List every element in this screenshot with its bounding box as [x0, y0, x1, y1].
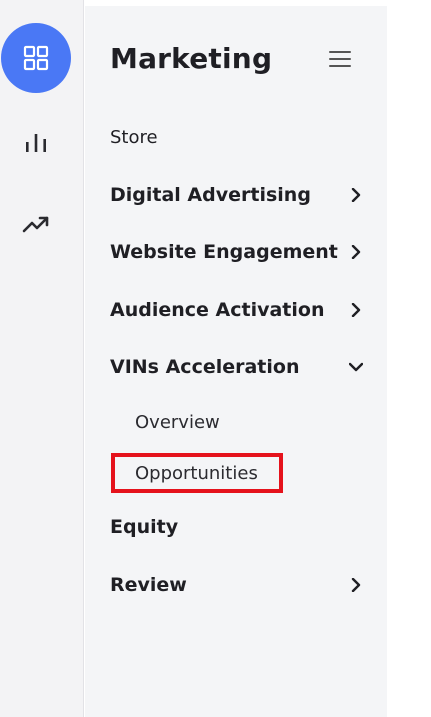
chevron-right-icon [349, 303, 363, 317]
menu-item-label: Equity [110, 516, 179, 538]
menu-item-audience-activation[interactable]: Audience Activation [110, 294, 363, 326]
menu-item-label: VINs Acceleration [110, 356, 300, 378]
menu-item-equity[interactable]: Equity [110, 511, 363, 543]
menu-item-label: Website Engagement [110, 241, 338, 263]
chevron-right-icon [349, 245, 363, 259]
menu-item-digital-advertising[interactable]: Digital Advertising [110, 179, 363, 211]
chevron-right-icon [349, 188, 363, 202]
menu-item-label: Digital Advertising [110, 184, 311, 206]
panel-title: Marketing [110, 42, 273, 75]
icon-rail [0, 0, 84, 717]
rail-analytics-button[interactable] [0, 106, 72, 178]
hamburger-menu-icon[interactable] [329, 51, 351, 67]
menu-item-label: Audience Activation [110, 299, 325, 321]
menu-item-review[interactable]: Review [110, 569, 363, 601]
submenu-item-label: Overview [135, 411, 220, 433]
marketing-nav-panel: Marketing Store Digital Advertising Webs… [85, 6, 387, 717]
chevron-right-icon [349, 578, 363, 592]
menu-item-label: Store [110, 126, 158, 148]
menu-item-label: Review [110, 574, 187, 596]
menu-item-vins-acceleration[interactable]: VINs Acceleration [110, 351, 363, 383]
bar-chart-icon [26, 134, 46, 152]
grid-icon [23, 45, 49, 71]
rail-trends-button[interactable] [0, 188, 72, 260]
menu-item-store[interactable]: Store [110, 121, 363, 153]
trending-up-icon [22, 216, 49, 233]
highlight-box [111, 453, 283, 493]
rail-active-indicator [1, 23, 71, 93]
menu-item-website-engagement[interactable]: Website Engagement [110, 236, 363, 268]
chevron-down-icon [349, 360, 363, 374]
rail-dashboard-button[interactable] [0, 22, 72, 94]
submenu-item-overview[interactable]: Overview [135, 407, 220, 437]
